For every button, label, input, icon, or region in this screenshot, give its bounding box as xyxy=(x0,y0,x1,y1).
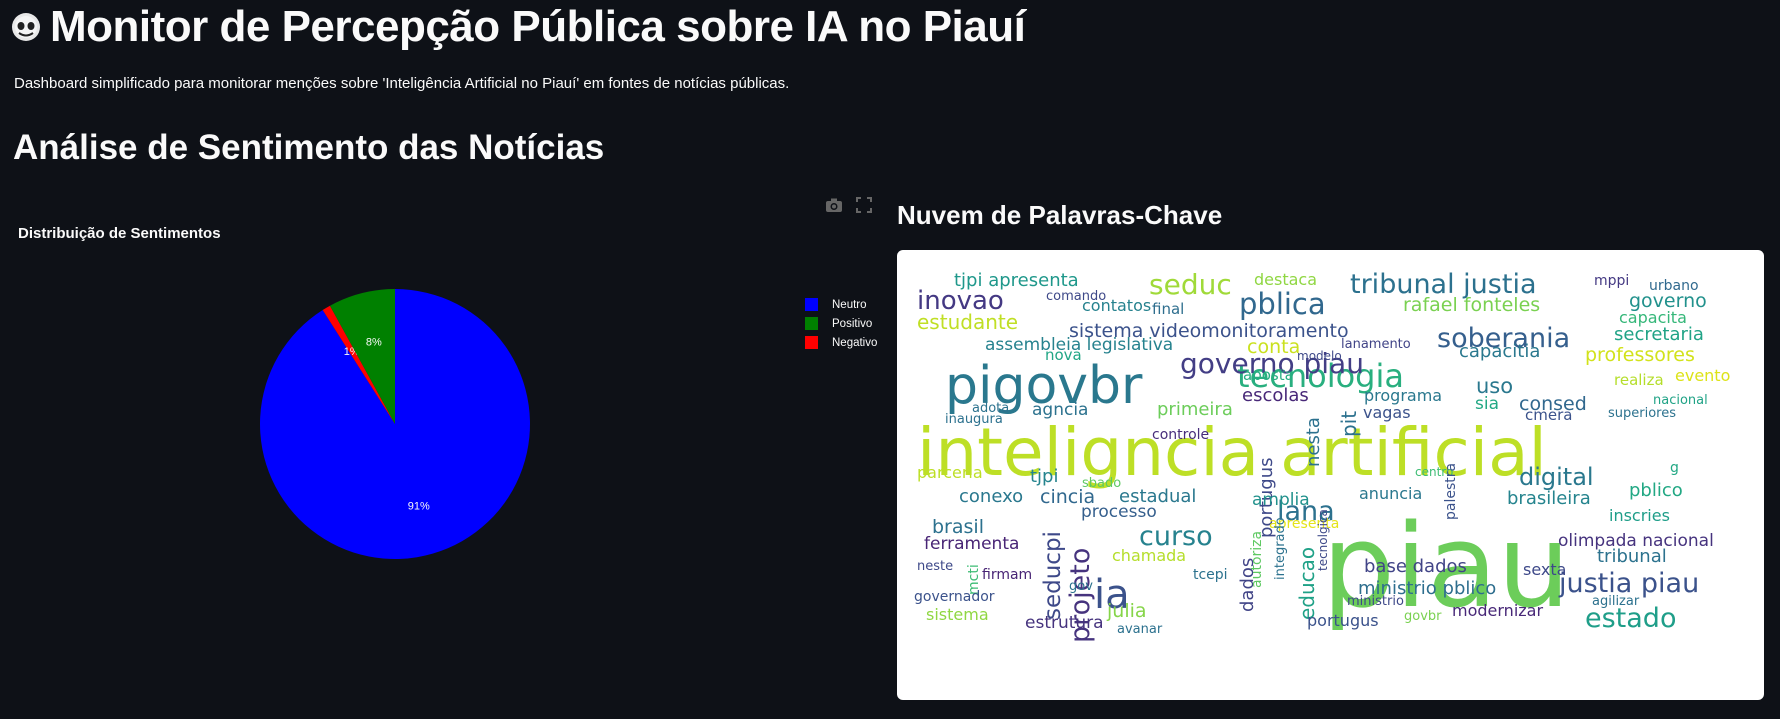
legend-label: Positivo xyxy=(832,317,873,330)
legend-swatch xyxy=(805,336,818,349)
wordcloud-image: inteligncia artificial piau pigovbr tecnolo… xyxy=(897,250,1764,700)
chart-title: Distribuição de Sentimentos xyxy=(18,225,221,242)
wordcloud-word: tcepi xyxy=(1193,567,1228,583)
wordcloud-word: inscries xyxy=(1609,506,1670,525)
wordcloud-word: g xyxy=(1670,460,1679,476)
wordcloud-word: contatos xyxy=(1082,296,1152,315)
dashboard-page: Monitor de Percepção Pública sobre IA no… xyxy=(0,0,1780,719)
fullscreen-icon[interactable] xyxy=(855,196,873,214)
wordcloud-word: estado xyxy=(1585,603,1677,634)
chart-legend: Neutro Positivo Negativo xyxy=(805,295,877,352)
wordcloud-word: govbr xyxy=(1404,609,1442,624)
camera-icon[interactable] xyxy=(825,196,843,214)
wordcloud-word: julia xyxy=(1107,600,1147,622)
wordcloud-word: educao xyxy=(1295,546,1319,620)
wordcloud-word: superiores xyxy=(1608,406,1677,421)
wordcloud-word: firmam xyxy=(982,567,1033,583)
wordcloud-word: autoriza xyxy=(1249,530,1265,588)
wordcloud-word: conta xyxy=(1247,336,1301,358)
wordcloud-word: digital xyxy=(1519,463,1594,491)
wordcloud-word: processo xyxy=(1081,502,1157,522)
wordcloud-word: neste xyxy=(917,559,954,574)
wordcloud-word: lanamento xyxy=(1341,337,1411,352)
wordcloud-word: realiza xyxy=(1614,371,1664,389)
wordcloud-word: tjpi xyxy=(1030,466,1059,487)
wordcloud-word: brasileira xyxy=(1507,488,1591,509)
wordcloud-word: modelo xyxy=(1297,349,1342,363)
legend-swatch xyxy=(805,298,818,311)
wordcloud-word: professores xyxy=(1585,344,1695,366)
wordcloud-word: chamada xyxy=(1112,546,1187,565)
wordcloud-word: primeira xyxy=(1157,399,1233,420)
wordcloud-word: governador xyxy=(914,589,995,605)
alien-monster-icon xyxy=(12,13,40,41)
wordcloud-word: capacitia xyxy=(1459,341,1541,362)
wordcloud-word: seduc xyxy=(1149,268,1232,301)
legend-item-neutro[interactable]: Neutro xyxy=(805,295,877,314)
wordcloud-word: mppi xyxy=(1594,273,1630,289)
wordcloud-word: pblica xyxy=(1239,287,1326,321)
wordcloud-word: controle xyxy=(1152,427,1210,443)
wordcloud-word: gov xyxy=(1069,579,1093,594)
wordcloud-word: pblico xyxy=(1629,480,1683,501)
page-title: Monitor de Percepção Pública sobre IA no… xyxy=(10,2,1026,52)
wordcloud-word: base dados xyxy=(1364,556,1467,577)
wordcloud-word: agncia xyxy=(1032,400,1089,420)
wordcloud-word: tribunal xyxy=(1597,546,1667,567)
wordcloud-word: avanar xyxy=(1117,622,1163,637)
wordcloud-word: pit xyxy=(1337,410,1361,437)
legend-swatch xyxy=(805,317,818,330)
wordcloud-word: portugus xyxy=(1307,611,1379,630)
legend-label: Negativo xyxy=(832,336,878,349)
wordcloud-word: destaca xyxy=(1254,270,1318,289)
wordcloud-word: modernizar xyxy=(1452,601,1544,620)
wordcloud-word: programa xyxy=(1364,386,1443,405)
page-title-text: Monitor de Percepção Pública sobre IA no… xyxy=(50,2,1026,51)
legend-item-negativo[interactable]: Negativo xyxy=(805,333,877,352)
wordcloud-word: nova xyxy=(1045,346,1082,364)
wordcloud-word: estrutura xyxy=(1025,613,1104,633)
wordcloud-word: ferramenta xyxy=(924,534,1020,554)
wordcloud-word: ministrio xyxy=(1347,594,1404,609)
wordcloud-word: estudante xyxy=(917,310,1019,334)
legend-label: Neutro xyxy=(832,298,867,311)
wordcloud-word: nesta xyxy=(1303,417,1324,467)
wordcloud-word: tjpi apresenta xyxy=(954,270,1079,291)
wordcloud-word: agilizar xyxy=(1592,594,1640,609)
wordcloud-word: vagas xyxy=(1363,403,1411,422)
wordcloud-word: parceria xyxy=(917,463,983,482)
wordcloud-word: escolas xyxy=(1242,385,1309,406)
page-subtitle: Dashboard simplificado para monitorar me… xyxy=(14,75,790,92)
wordcloud-title: Nuvem de Palavras-Chave xyxy=(897,200,1223,230)
sentiment-section-heading: Análise de Sentimento das Notícias xyxy=(13,128,605,167)
wordcloud-word: anuncia xyxy=(1359,484,1423,503)
wordcloud-word: inaugura xyxy=(945,412,1003,427)
wordcloud-word: aposta xyxy=(1243,366,1294,384)
legend-item-positivo[interactable]: Positivo xyxy=(805,314,877,333)
wordcloud-word: secretaria xyxy=(1614,324,1704,345)
wordcloud-word: cmera xyxy=(1525,406,1573,424)
chart-modebar xyxy=(825,196,873,214)
wordcloud-word: sia xyxy=(1475,394,1499,414)
wordcloud-word: conexo xyxy=(959,486,1024,507)
wordcloud-word: rafael fonteles xyxy=(1403,294,1541,316)
wordcloud-word: sexta xyxy=(1523,560,1567,579)
wordcloud-word: integrado xyxy=(1273,517,1288,580)
wordcloud-word: justia piau xyxy=(1559,568,1700,599)
wordcloud-word: palestra xyxy=(1443,462,1459,520)
wordcloud-word: seducpi xyxy=(1040,531,1066,620)
wordcloud-word: evento xyxy=(1675,366,1731,385)
wordcloud-word: sistema xyxy=(926,605,989,624)
wordcloud-word: final xyxy=(1152,300,1185,318)
wordcloud-word: amplia xyxy=(1252,490,1310,510)
wordcloud-word: tecnolgica xyxy=(1316,509,1330,571)
